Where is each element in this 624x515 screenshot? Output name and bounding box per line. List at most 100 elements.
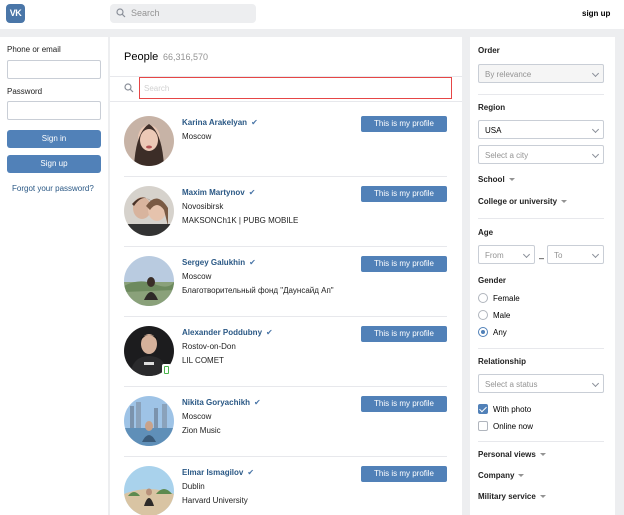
divider <box>124 316 447 317</box>
chevron-down-icon <box>591 69 600 78</box>
age-to-select[interactable]: To <box>547 245 604 264</box>
avatar[interactable] <box>124 186 174 236</box>
header-search-input[interactable]: Search <box>110 4 256 23</box>
header-signup-link[interactable]: sign up <box>582 9 610 18</box>
people-panel: People 66,316,570 Search Karina Arakelya… <box>110 37 462 515</box>
list-item: Karina Arakelyan ✔ Moscow This is my prof… <box>110 110 462 180</box>
age-dash: – <box>539 253 545 263</box>
caret-down-icon <box>508 178 515 182</box>
password-field[interactable] <box>7 101 101 120</box>
verified-icon: ✔ <box>266 328 273 337</box>
age-from-select[interactable]: From <box>478 245 535 264</box>
my-profile-button[interactable]: This is my profile <box>361 256 447 272</box>
gender-male-radio[interactable] <box>478 310 488 320</box>
order-title: Order <box>478 46 500 55</box>
person-name[interactable]: Nikita Goryachikh ✔ <box>182 398 261 407</box>
with-photo-checkbox[interactable] <box>478 404 488 414</box>
age-to-value: To <box>554 251 563 260</box>
top-header: VK Search sign up <box>0 0 624 29</box>
divider <box>110 101 462 102</box>
country-value: USA <box>485 126 502 135</box>
divider <box>478 94 604 95</box>
avatar[interactable] <box>124 116 174 166</box>
login-panel: Phone or email Password Sign in Sign up … <box>0 37 108 515</box>
my-profile-button[interactable]: This is my profile <box>361 326 447 342</box>
gender-any-radio[interactable] <box>478 327 488 337</box>
person-extra: Zion Music <box>182 426 221 435</box>
person-name[interactable]: Elmar Ismagilov ✔ <box>182 468 254 477</box>
gender-female-label: Female <box>493 294 520 303</box>
avatar[interactable] <box>124 466 174 515</box>
order-select[interactable]: By relevance <box>478 64 604 83</box>
divider <box>124 456 447 457</box>
order-value: By relevance <box>485 70 532 79</box>
avatar[interactable] <box>124 396 174 446</box>
chevron-down-icon <box>522 250 531 259</box>
caret-down-icon <box>518 474 525 478</box>
divider <box>124 246 447 247</box>
person-extra: Благотворительный фонд "Даунсайд Ап" <box>182 286 334 295</box>
mobile-online-icon <box>162 364 171 376</box>
school-dropdown[interactable]: School <box>478 175 515 184</box>
personal-views-dropdown[interactable]: Personal views <box>478 450 546 459</box>
relationship-select[interactable]: Select a status <box>478 374 604 393</box>
person-name[interactable]: Karina Arakelyan ✔ <box>182 118 258 127</box>
avatar[interactable] <box>124 256 174 306</box>
city-select[interactable]: Select a city <box>478 145 604 164</box>
page-title: People <box>124 51 159 63</box>
gender-male-label: Male <box>493 311 511 320</box>
divider <box>478 218 604 219</box>
company-dropdown[interactable]: Company <box>478 471 525 480</box>
age-title: Age <box>478 228 494 237</box>
phone-label: Phone or email <box>7 45 61 54</box>
filters-panel: Order By relevance Region USA Select a c… <box>470 37 615 515</box>
forgot-password-link[interactable]: Forgot your password? <box>12 184 94 193</box>
relationship-title: Relationship <box>478 357 527 366</box>
divider <box>124 386 447 387</box>
person-city: Moscow <box>182 132 212 141</box>
verified-icon: ✔ <box>254 398 261 407</box>
signin-button[interactable]: Sign in <box>7 130 101 148</box>
signup-button[interactable]: Sign up <box>7 155 101 173</box>
person-name[interactable]: Sergey Galukhin ✔ <box>182 258 256 267</box>
list-item: Maxim Martynov ✔ Novosibirsk MAKSONCh1K |… <box>110 180 462 250</box>
person-extra: MAKSONCh1K | PUBG MOBILE <box>182 216 299 225</box>
people-search-input[interactable]: Search <box>139 77 452 99</box>
gender-female-radio[interactable] <box>478 293 488 303</box>
list-item: Nikita Goryachikh ✔ Moscow Zion Music Thi… <box>110 390 462 460</box>
my-profile-button[interactable]: This is my profile <box>361 466 447 482</box>
people-count: 66,316,570 <box>163 52 209 62</box>
person-city: Moscow <box>182 412 212 421</box>
caret-down-icon <box>539 495 546 499</box>
military-service-dropdown[interactable]: Military service <box>478 492 546 501</box>
country-select[interactable]: USA <box>478 120 604 139</box>
divider <box>478 441 604 442</box>
person-name[interactable]: Maxim Martynov ✔ <box>182 188 255 197</box>
gender-any-label: Any <box>493 328 507 337</box>
my-profile-button[interactable]: This is my profile <box>361 116 447 132</box>
college-dropdown[interactable]: College or university <box>478 197 568 206</box>
person-extra: LIL COMET <box>182 356 224 365</box>
with-photo-label: With photo <box>493 405 532 414</box>
verified-icon: ✔ <box>247 468 255 477</box>
verified-icon: ✔ <box>249 258 256 267</box>
verified-icon: ✔ <box>251 118 258 127</box>
header-search-placeholder: Search <box>131 8 160 18</box>
online-now-label: Online now <box>493 422 534 431</box>
person-extra: Harvard University <box>182 496 248 505</box>
phone-email-field[interactable] <box>7 60 101 79</box>
chevron-down-icon <box>591 250 600 259</box>
gender-title: Gender <box>478 276 507 285</box>
city-placeholder: Select a city <box>485 151 529 160</box>
my-profile-button[interactable]: This is my profile <box>361 396 447 412</box>
password-label: Password <box>7 87 43 96</box>
caret-down-icon <box>561 200 568 204</box>
person-name[interactable]: Alexander Poddubny ✔ <box>182 328 273 337</box>
person-city: Novosibirsk <box>182 202 224 211</box>
divider <box>124 176 447 177</box>
vk-logo-icon[interactable]: VK <box>6 4 25 23</box>
my-profile-button[interactable]: This is my profile <box>361 186 447 202</box>
search-icon <box>124 83 134 93</box>
list-item: Elmar Ismagilov ✔ Dublin Harvard Universi… <box>110 460 462 515</box>
online-now-checkbox[interactable] <box>478 421 488 431</box>
